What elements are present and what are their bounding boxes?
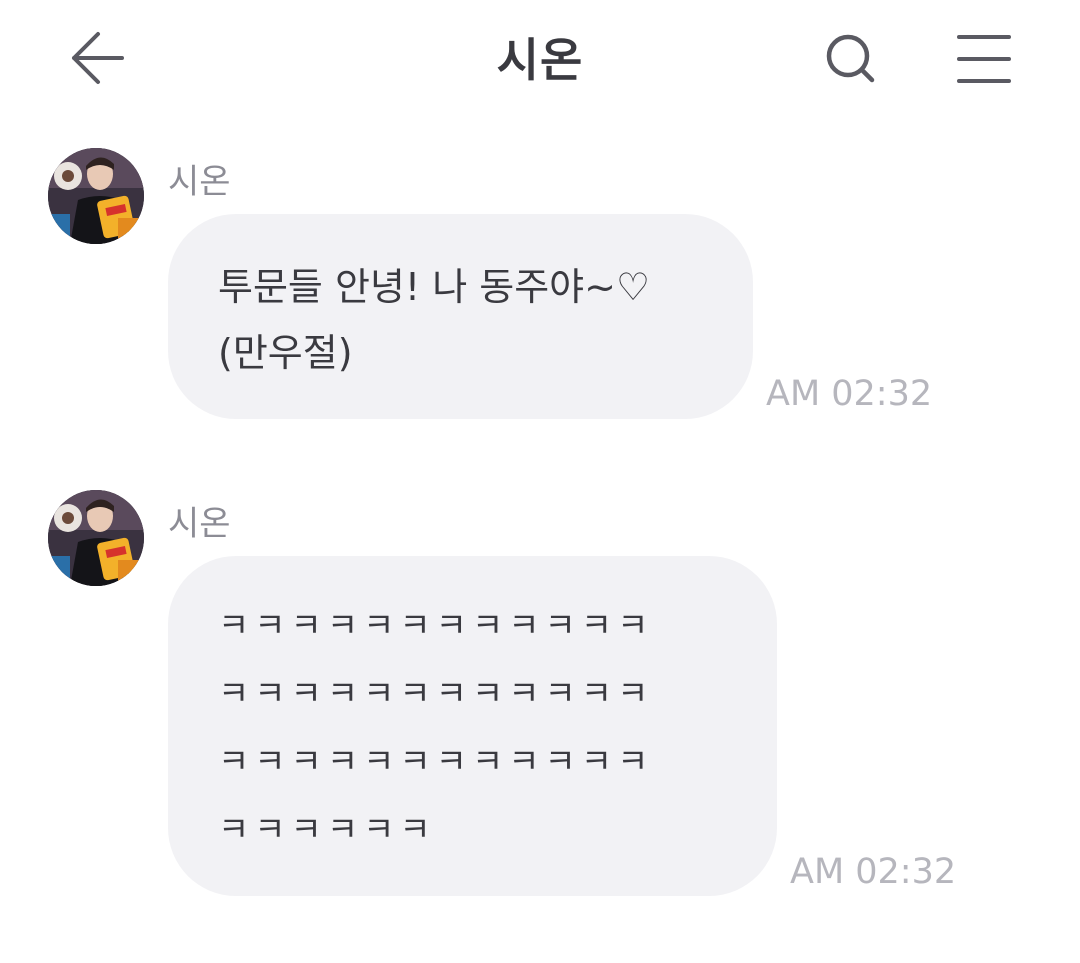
profile-photo-icon	[48, 490, 144, 586]
message-bubble[interactable]: ㅋㅋㅋㅋㅋㅋㅋㅋㅋㅋㅋㅋ ㅋㅋㅋㅋㅋㅋㅋㅋㅋㅋㅋㅋ ㅋㅋㅋㅋㅋㅋㅋㅋㅋㅋㅋㅋ ㅋ…	[168, 556, 777, 896]
menu-button[interactable]	[948, 24, 1020, 94]
avatar[interactable]	[48, 490, 144, 586]
message-timestamp: AM 02:32	[766, 374, 933, 414]
avatar[interactable]	[48, 148, 144, 244]
message-text: 투문들 안녕! 나 동주야~♡ (만우절)	[218, 265, 651, 375]
sender-name: 시온	[168, 162, 231, 202]
message-timestamp: AM 02:32	[790, 852, 957, 892]
search-icon	[826, 34, 875, 83]
search-button[interactable]	[816, 24, 886, 94]
chat-screen: 시온 시온 투문들 안녕! 나 동주야~♡ (만우절) AM 02:32 시온 …	[0, 0, 1080, 963]
chat-header: 시온	[0, 0, 1080, 120]
message-text: ㅋㅋㅋㅋㅋㅋㅋㅋㅋㅋㅋㅋ ㅋㅋㅋㅋㅋㅋㅋㅋㅋㅋㅋㅋ ㅋㅋㅋㅋㅋㅋㅋㅋㅋㅋㅋㅋ ㅋ…	[218, 606, 654, 850]
chat-title: 시온	[496, 33, 584, 87]
sender-name: 시온	[168, 504, 231, 544]
hamburger-menu-icon	[957, 35, 1011, 83]
profile-photo-icon	[48, 148, 144, 244]
message-bubble[interactable]: 투문들 안녕! 나 동주야~♡ (만우절)	[168, 214, 753, 419]
